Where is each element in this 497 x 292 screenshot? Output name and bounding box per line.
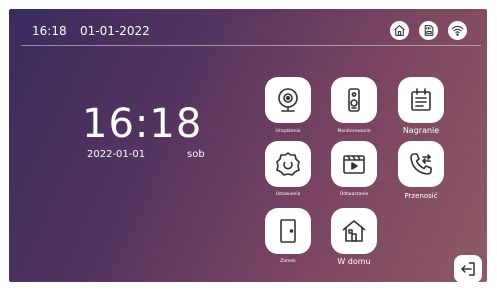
camera-icon [278,88,298,112]
devices-button[interactable] [265,77,311,123]
playback-button[interactable] [331,141,377,187]
status-date: 01-01-2022 [80,24,150,38]
exit-button[interactable] [454,255,482,282]
lock-button[interactable] [265,208,311,254]
clock-time: 16:18 [82,101,203,147]
monitoring-button[interactable] [331,77,377,123]
recording-button[interactable] [398,77,444,123]
wifi-icon[interactable] [448,21,467,40]
door-icon [280,219,296,243]
exit-icon [461,262,475,276]
home-icon [342,220,366,242]
top-divider [21,45,481,46]
status-bar: 16:18 01-01-2022 [9,9,487,49]
clock-day: sob [187,149,205,160]
call-transfer-icon [410,153,432,175]
transfer-button[interactable] [398,141,444,187]
home-icon[interactable] [390,21,409,40]
sd-card-icon[interactable] [419,21,438,40]
tile-label-transfer: Przenosić [404,192,438,200]
settings-icon [276,152,300,176]
calendar-icon [411,88,431,111]
doorbell-icon [348,88,360,112]
playback-icon [343,155,365,174]
clock-date: 2022-01-01 [87,149,146,160]
at-home-button[interactable] [331,208,377,254]
status-time: 16:18 [32,24,67,38]
intercom-screen: 16:18 01-01-2022 16:18 2022-01-01 sob Ur… [9,9,487,282]
tile-label-at-home: W domu [337,257,371,266]
tile-label-recording: Nagranie [402,126,440,135]
settings-button[interactable] [265,141,311,187]
